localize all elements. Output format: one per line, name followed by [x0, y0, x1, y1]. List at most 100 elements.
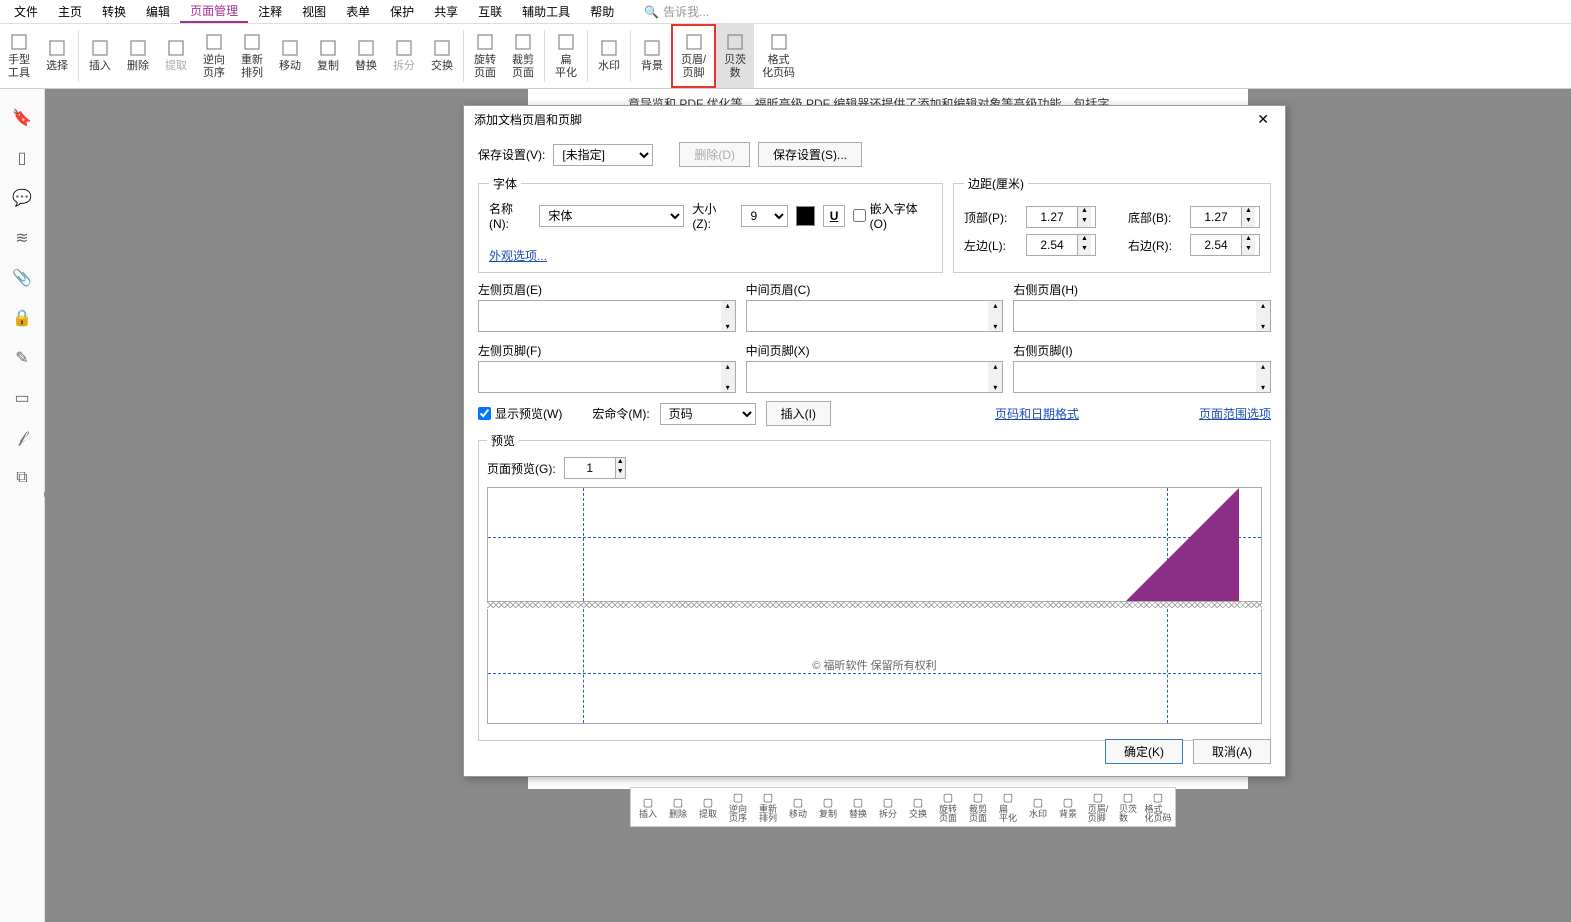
mini-btn-13[interactable]: ▢水印	[1023, 790, 1053, 824]
left-header-input[interactable]: ▴▾	[478, 300, 736, 332]
menu-accessibility[interactable]: 辅助工具	[512, 1, 580, 22]
ribbon-btn-19[interactable]: 水印	[590, 24, 628, 88]
delete-button[interactable]: 删除(D)	[679, 142, 750, 167]
ribbon-btn-6[interactable]: 逆向页序	[195, 24, 233, 88]
menu-home[interactable]: 主页	[48, 1, 92, 22]
save-settings-select[interactable]: [未指定]	[553, 144, 653, 166]
ribbon-btn-1[interactable]: 选择	[38, 24, 76, 88]
ribbon-btn-24[interactable]: 格式化页码	[754, 24, 803, 88]
menu-protect[interactable]: 保护	[380, 1, 424, 22]
cancel-button[interactable]: 取消(A)	[1193, 739, 1271, 764]
preview-group: 预览 页面预览(G): ▲▼ © 福昕软件 保留所有权利	[478, 432, 1271, 741]
margin-top-spinner[interactable]: ▲▼	[1026, 206, 1096, 228]
page-preview-spinner[interactable]: ▲▼	[564, 457, 626, 479]
right-header-input[interactable]: ▴▾	[1013, 300, 1271, 332]
ribbon-btn-17[interactable]: 扁平化	[547, 24, 585, 88]
mini-btn-9[interactable]: ▢交换	[903, 790, 933, 824]
macro-select[interactable]: 页码	[660, 403, 756, 425]
mini-btn-10[interactable]: ▢旋转页面	[933, 790, 963, 824]
ribbon-btn-23[interactable]: 贝茨数	[716, 24, 754, 88]
layers-icon[interactable]: ≋	[13, 229, 31, 247]
menu-connect[interactable]: 互联	[468, 1, 512, 22]
margin-bottom-spinner[interactable]: ▲▼	[1190, 206, 1260, 228]
right-footer-input[interactable]: ▴▾	[1013, 361, 1271, 393]
close-icon[interactable]: ✕	[1251, 111, 1275, 128]
page-range-link[interactable]: 页面范围选项	[1199, 405, 1271, 422]
embed-font-checkbox[interactable]: 嵌入字体(O)	[853, 200, 932, 231]
mini-btn-1[interactable]: ▢删除	[663, 790, 693, 824]
menu-edit[interactable]: 编辑	[136, 1, 180, 22]
left-footer-input[interactable]: ▴▾	[478, 361, 736, 393]
font-size-select[interactable]: 9	[741, 205, 788, 227]
mini-btn-2[interactable]: ▢提取	[693, 790, 723, 824]
mini-btn-16[interactable]: ▢贝茨数	[1113, 790, 1143, 824]
security-icon[interactable]: 🔒	[13, 309, 31, 327]
insert-button[interactable]: 插入(I)	[766, 401, 831, 426]
menu-convert[interactable]: 转换	[92, 1, 136, 22]
menu-form[interactable]: 表单	[336, 1, 380, 22]
ok-button[interactable]: 确定(K)	[1105, 739, 1183, 764]
mini-btn-5[interactable]: ▢移动	[783, 790, 813, 824]
mini-btn-14[interactable]: ▢背景	[1053, 790, 1083, 824]
menu-share[interactable]: 共享	[424, 1, 468, 22]
ribbon-btn-15[interactable]: 裁剪页面	[504, 24, 542, 88]
show-preview-checkbox[interactable]: 显示预览(W)	[478, 405, 562, 422]
ribbon-label: 旋转页面	[474, 54, 496, 80]
ribbon-icon	[356, 38, 376, 58]
mini-btn-7[interactable]: ▢替换	[843, 790, 873, 824]
ribbon-btn-10[interactable]: 替换	[347, 24, 385, 88]
ribbon-btn-8[interactable]: 移动	[271, 24, 309, 88]
compare-icon[interactable]: ⧉	[13, 469, 31, 487]
mini-btn-8[interactable]: ▢拆分	[873, 790, 903, 824]
field-icon[interactable]: ▭	[13, 389, 31, 407]
ribbon-btn-22[interactable]: 页眉/页脚	[671, 24, 716, 88]
mini-label: 裁剪页面	[969, 805, 987, 823]
ribbon-btn-14[interactable]: 旋转页面	[466, 24, 504, 88]
font-name-select[interactable]: 宋体	[539, 205, 684, 227]
appearance-options-link[interactable]: 外观选项...	[489, 249, 547, 263]
macro-label: 宏命令(M):	[592, 405, 649, 422]
ribbon-label: 复制	[317, 60, 339, 73]
mini-btn-3[interactable]: ▢逆向页序	[723, 790, 753, 824]
ribbon-btn-4[interactable]: 删除	[119, 24, 157, 88]
center-header-input[interactable]: ▴▾	[746, 300, 1004, 332]
center-footer-input[interactable]: ▴▾	[746, 361, 1004, 393]
ribbon-btn-21[interactable]: 背景	[633, 24, 671, 88]
ribbon-icon	[394, 38, 414, 58]
signature-icon[interactable]: ✎	[13, 349, 31, 367]
ribbon-btn-12[interactable]: 交换	[423, 24, 461, 88]
bookmark-icon[interactable]: 🔖	[13, 109, 31, 127]
ribbon-btn-7[interactable]: 重新排列	[233, 24, 271, 88]
ribbon-btn-0[interactable]: 手型工具	[0, 24, 38, 88]
margin-left-spinner[interactable]: ▲▼	[1026, 234, 1096, 256]
underline-button[interactable]: U	[823, 205, 844, 227]
ribbon-btn-5[interactable]: 提取	[157, 24, 195, 88]
ribbon: 手型工具选择插入删除提取逆向页序重新排列移动复制替换拆分交换旋转页面裁剪页面扁平…	[0, 24, 1571, 89]
mini-btn-11[interactable]: ▢裁剪页面	[963, 790, 993, 824]
mini-btn-12[interactable]: ▢扁平化	[993, 790, 1023, 824]
menu-comment[interactable]: 注释	[248, 1, 292, 22]
form-icon[interactable]: 𝒻	[13, 429, 31, 447]
mini-btn-17[interactable]: ▢格式化页码	[1143, 790, 1173, 824]
font-color-swatch[interactable]	[796, 206, 815, 226]
ribbon-btn-9[interactable]: 复制	[309, 24, 347, 88]
ribbon-btn-3[interactable]: 插入	[81, 24, 119, 88]
menu-view[interactable]: 视图	[292, 1, 336, 22]
pages-icon[interactable]: ▯	[13, 149, 31, 167]
sidebar: 🔖 ▯ 💬 ≋ 📎 🔒 ✎ ▭ 𝒻 ⧉ ▸	[0, 89, 45, 922]
menu-help[interactable]: 帮助	[580, 1, 624, 22]
tell-me-search[interactable]: 🔍 告诉我...	[644, 3, 709, 20]
mini-btn-15[interactable]: ▢页眉/页脚	[1083, 790, 1113, 824]
attachment-icon[interactable]: 📎	[13, 269, 31, 287]
mini-btn-4[interactable]: ▢重新排列	[753, 790, 783, 824]
margin-right-spinner[interactable]: ▲▼	[1190, 234, 1260, 256]
mini-btn-0[interactable]: ▢插入	[633, 790, 663, 824]
comment-icon[interactable]: 💬	[13, 189, 31, 207]
save-settings-button[interactable]: 保存设置(S)...	[758, 142, 862, 167]
menu-page-manage[interactable]: 页面管理	[180, 0, 248, 23]
ribbon-btn-11[interactable]: 拆分	[385, 24, 423, 88]
mini-btn-6[interactable]: ▢复制	[813, 790, 843, 824]
mini-label: 插入	[639, 810, 657, 819]
menu-file[interactable]: 文件	[4, 1, 48, 22]
page-date-format-link[interactable]: 页码和日期格式	[995, 405, 1079, 422]
